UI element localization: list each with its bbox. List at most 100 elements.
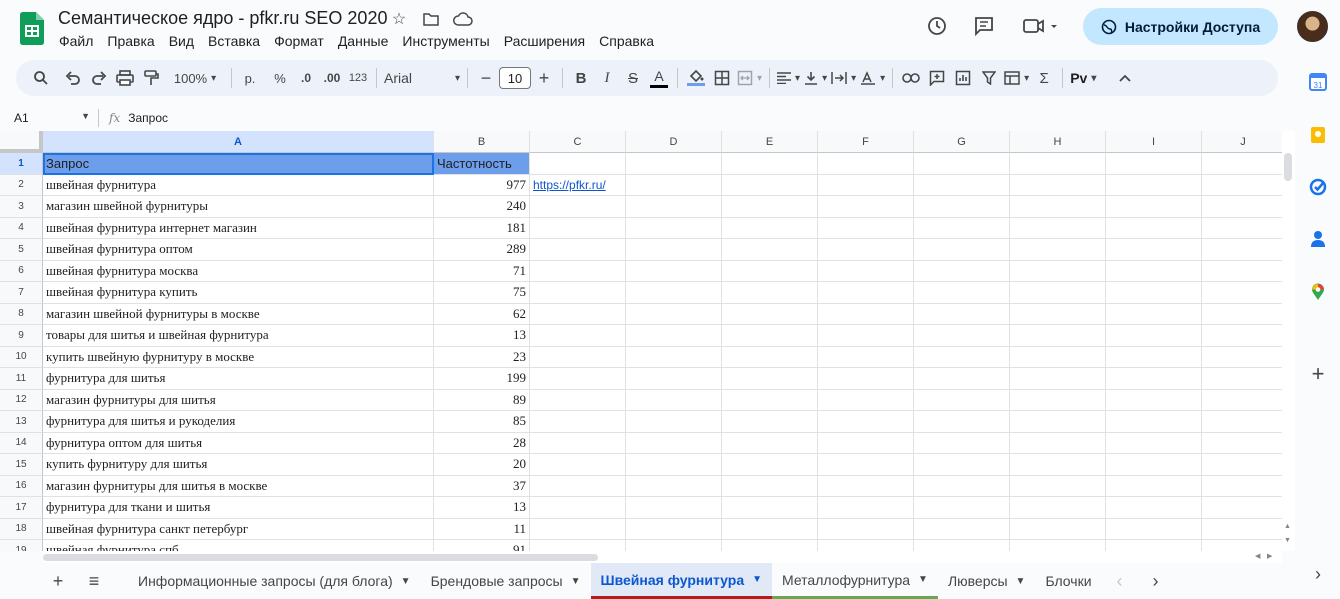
cell-query[interactable]: швейная фурнитура спб <box>43 540 434 551</box>
cell-empty[interactable] <box>914 260 1010 282</box>
zoom-select[interactable]: 100% <box>164 64 226 92</box>
cell-empty[interactable] <box>1202 540 1282 551</box>
cell-empty[interactable] <box>1202 476 1282 497</box>
cell-url[interactable] <box>530 368 626 390</box>
cell-empty[interactable] <box>722 454 818 476</box>
row-header[interactable]: 1 <box>0 153 43 175</box>
cell-empty[interactable] <box>1106 217 1202 239</box>
menu-help[interactable]: Справка <box>592 31 661 51</box>
scroll-up-icon[interactable]: ▲ <box>1284 523 1291 530</box>
cell-frequency[interactable]: 13 <box>434 325 530 347</box>
cell-empty[interactable] <box>722 303 818 325</box>
cell-empty[interactable] <box>1010 411 1106 433</box>
cell-frequency[interactable]: Частотность <box>434 153 530 175</box>
collapse-toolbar-icon[interactable] <box>1112 64 1138 92</box>
cell-empty[interactable] <box>1202 261 1282 282</box>
cell-empty[interactable] <box>818 518 914 540</box>
fill-color-icon[interactable] <box>683 64 709 92</box>
cell-empty[interactable] <box>722 196 818 218</box>
undo-icon[interactable] <box>60 64 86 92</box>
cell-url[interactable] <box>530 325 626 347</box>
row-header[interactable]: 12 <box>0 389 43 411</box>
cell-empty[interactable] <box>818 217 914 239</box>
cell-frequency[interactable]: 977 <box>434 174 530 196</box>
sheets-logo-icon[interactable] <box>20 12 44 45</box>
cell-url[interactable] <box>530 389 626 411</box>
cell-empty[interactable] <box>818 260 914 282</box>
add-sheet-icon[interactable]: + <box>40 571 76 592</box>
cell-query[interactable]: швейная фурнитура оптом <box>43 239 434 261</box>
select-all-corner[interactable] <box>0 131 43 153</box>
cell-query[interactable]: купить фурнитуру для шитья <box>43 454 434 476</box>
contacts-icon[interactable] <box>1308 229 1328 249</box>
cell-empty[interactable] <box>1202 196 1282 218</box>
cell-empty[interactable] <box>722 153 818 175</box>
cell-empty[interactable] <box>1010 346 1106 368</box>
move-folder-icon[interactable] <box>420 9 442 29</box>
cell-empty[interactable] <box>1202 239 1282 261</box>
cell-empty[interactable] <box>914 346 1010 368</box>
vertical-scrollbar[interactable]: ▲ ▼ <box>1282 131 1295 551</box>
cell-empty[interactable] <box>1106 174 1202 196</box>
cell-empty[interactable] <box>722 346 818 368</box>
cell-empty[interactable] <box>1202 153 1282 175</box>
text-wrapping-icon[interactable] <box>829 64 858 92</box>
cell-empty[interactable] <box>1202 347 1282 368</box>
input-tools-button[interactable]: Pv <box>1068 64 1098 92</box>
cell-empty[interactable] <box>1010 497 1106 519</box>
cell-frequency[interactable]: 20 <box>434 454 530 476</box>
cell-empty[interactable] <box>1010 196 1106 218</box>
horizontal-scrollbar[interactable]: ◀ ▶ <box>43 551 1282 563</box>
cell-frequency[interactable]: 240 <box>434 196 530 218</box>
share-button[interactable]: Настройки Доступа <box>1083 8 1278 45</box>
row-header[interactable]: 6 <box>0 260 43 282</box>
cell-empty[interactable] <box>722 282 818 304</box>
cell-empty[interactable] <box>722 540 818 551</box>
cell-empty[interactable] <box>1106 454 1202 476</box>
cell-empty[interactable] <box>1010 518 1106 540</box>
insert-chart-icon[interactable] <box>950 64 976 92</box>
cell-empty[interactable] <box>722 432 818 454</box>
add-addon-icon[interactable]: + <box>1308 361 1328 386</box>
row-header[interactable]: 3 <box>0 196 43 218</box>
cell-url[interactable] <box>530 411 626 433</box>
cell-frequency[interactable]: 28 <box>434 432 530 454</box>
star-icon[interactable]: ☆ <box>388 9 410 29</box>
cell-empty[interactable] <box>1202 519 1282 540</box>
cell-empty[interactable] <box>722 475 818 497</box>
cell-empty[interactable] <box>722 217 818 239</box>
cell-query[interactable]: фурнитура для ткани и шитья <box>43 497 434 519</box>
tasks-icon[interactable] <box>1308 177 1328 197</box>
row-header[interactable]: 8 <box>0 303 43 325</box>
cell-empty[interactable] <box>1010 260 1106 282</box>
cell-empty[interactable] <box>818 475 914 497</box>
cell-empty[interactable] <box>626 325 722 347</box>
cell-url[interactable] <box>530 475 626 497</box>
cell-empty[interactable] <box>626 303 722 325</box>
menu-format[interactable]: Формат <box>267 31 331 51</box>
menu-edit[interactable]: Правка <box>100 31 161 51</box>
menu-file[interactable]: Файл <box>52 31 100 51</box>
cell-url[interactable] <box>530 282 626 304</box>
sheet-tab-sewing-fittings[interactable]: Швейная фурнитура ▼ <box>590 563 773 599</box>
formula-input[interactable]: Запрос <box>128 111 168 125</box>
cell-empty[interactable] <box>1106 475 1202 497</box>
cell-frequency[interactable]: 289 <box>434 239 530 261</box>
filter-icon[interactable] <box>976 64 1002 92</box>
cell-frequency[interactable]: 181 <box>434 217 530 239</box>
cell-empty[interactable] <box>626 239 722 261</box>
cell-empty[interactable] <box>818 346 914 368</box>
cell-empty[interactable] <box>1202 368 1282 390</box>
cell-frequency[interactable]: 75 <box>434 282 530 304</box>
cell-empty[interactable] <box>914 411 1010 433</box>
spreadsheet-grid[interactable]: ABCDEFGHIJ 1 Запрос Частотность 2 швейная фу… <box>0 131 1282 551</box>
cell-empty[interactable] <box>626 346 722 368</box>
document-title[interactable]: Семантическое ядро - pfkr.ru SEO 2020 <box>58 8 387 29</box>
cell-empty[interactable] <box>626 518 722 540</box>
scroll-tabs-right-icon[interactable]: › <box>1138 571 1174 592</box>
cell-empty[interactable] <box>818 368 914 390</box>
cell-empty[interactable] <box>914 432 1010 454</box>
cell-query[interactable]: магазин фурнитуры для шитья в москве <box>43 475 434 497</box>
sheet-tab-brand[interactable]: Брендовые запросы ▼ <box>421 563 591 599</box>
cell-empty[interactable] <box>722 368 818 390</box>
